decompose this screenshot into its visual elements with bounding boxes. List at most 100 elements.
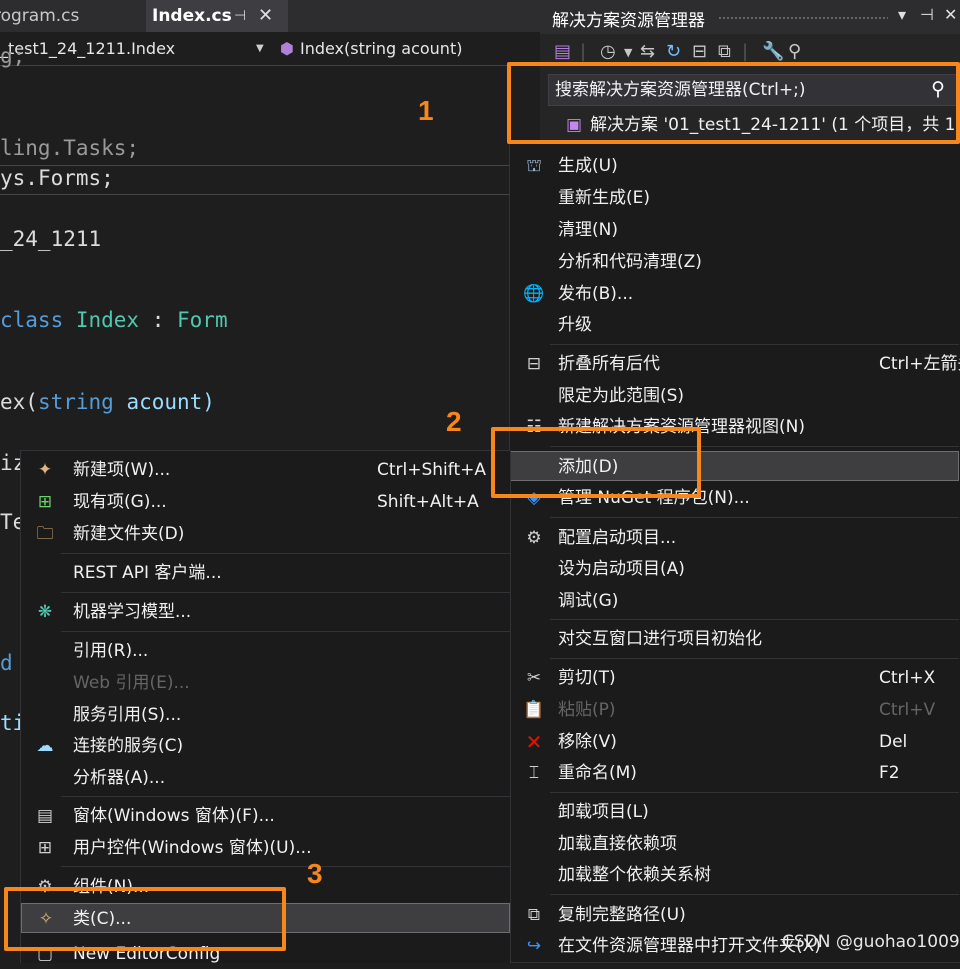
menu-item-web-reference[interactable]: Web 引用(E)... [21, 668, 510, 698]
wrench-icon[interactable]: 🔧 [762, 41, 784, 62]
menu-item-build[interactable]: ⛫ 生成(U) [510, 151, 959, 181]
open-folder-icon: ↪ [526, 936, 542, 956]
class-dropdown-value: _test1_24_1211.Index [0, 39, 176, 58]
dropdown-icon[interactable]: ▾ [898, 5, 906, 24]
code-line: ex(string acount) [0, 390, 215, 414]
connected-service-icon: ☁ [36, 736, 54, 756]
annotation-box-2 [491, 427, 701, 498]
panel-title: 解决方案资源管理器 [552, 11, 705, 31]
menu-separator [550, 517, 959, 518]
gear-icon: ⚙ [526, 528, 542, 548]
menu-separator [61, 631, 510, 632]
menu-item-user-control[interactable]: ⊞ 用户控件(Windows 窗体)(U)... [21, 833, 510, 863]
paste-icon: 📋 [523, 700, 545, 720]
class-dropdown[interactable]: _test1_24_1211.Index ▼ [0, 35, 272, 63]
menu-item-rebuild[interactable]: 重新生成(E) [510, 183, 959, 213]
member-dropdown[interactable]: ⬢ Index(string acount) [280, 35, 540, 63]
menu-separator [61, 592, 510, 593]
collapse-icon: ⊟ [526, 354, 542, 374]
menu-item-windows-form[interactable]: ▤ 窗体(Windows 窗体)(F)... [21, 801, 510, 831]
scissors-icon: ✂ [526, 668, 542, 688]
menu-separator [550, 619, 959, 620]
code-line: _24_1211 [0, 227, 102, 251]
toolbar-separator: | [580, 41, 587, 62]
menu-item-reference[interactable]: 引用(R)... [21, 636, 510, 666]
menu-separator [550, 792, 959, 793]
chevron-down-icon[interactable]: ▼ [624, 46, 632, 59]
document-tab-bar: rogram.cs Index.cs ⊣ ✕ [0, 0, 540, 32]
menu-item-existing-item[interactable]: ⊞ 现有项(G)... Shift+Alt+A [21, 487, 510, 517]
new-folder-icon: 🗀 [36, 524, 54, 544]
menu-item-analyzer[interactable]: 分析器(A)... [21, 763, 510, 793]
preview-icon[interactable]: ⚲ [788, 41, 801, 62]
refresh-icon[interactable]: ↻ [666, 41, 681, 62]
show-all-files-icon[interactable]: ⧉ [718, 41, 731, 62]
new-item-icon: ✦ [37, 460, 53, 480]
collapse-all-icon[interactable]: ⊟ [692, 41, 707, 62]
menu-item-upgrade[interactable]: 升级 [510, 310, 959, 340]
ml-model-icon: ❋ [37, 602, 53, 622]
menu-item-collapse-all[interactable]: ⊟折叠所有后代Ctrl+左箭头 [510, 349, 960, 379]
menu-item-new-folder[interactable]: 🗀 新建文件夹(D) [21, 519, 510, 549]
sync-icon[interactable]: ⇆ [640, 41, 655, 62]
member-dropdown-value: Index(string acount) [299, 39, 463, 58]
menu-item-load-dep-tree[interactable]: 加载整个依赖关系树 [510, 860, 959, 890]
menu-item-new-item[interactable]: ✦ 新建项(W)... Ctrl+Shift+A [21, 455, 510, 485]
chevron-down-icon[interactable]: ▼ [256, 35, 264, 63]
code-line: g; [0, 44, 26, 68]
code-line: d [0, 651, 13, 675]
menu-separator [61, 796, 510, 797]
menu-separator [61, 553, 510, 554]
annotation-box-1 [507, 62, 960, 144]
tab-index-cs[interactable]: Index.cs ⊣ ✕ [146, 0, 288, 32]
menu-item-remove[interactable]: ✕ 移除(V) Del [510, 727, 959, 757]
history-icon[interactable]: ◷ [600, 41, 616, 62]
remove-icon: ✕ [525, 730, 543, 754]
copy-icon: ⧉ [527, 905, 541, 925]
menu-item-clean[interactable]: 清理(N) [510, 215, 959, 245]
menu-item-connected-service[interactable]: ☁ 连接的服务(C) [21, 731, 510, 761]
globe-icon: 🌐 [523, 284, 545, 304]
menu-item-analyze[interactable]: 分析和代码清理(Z) [510, 247, 959, 277]
annotation-number-2: 2 [446, 406, 462, 437]
menu-item-copy-full-path[interactable]: ⧉ 复制完整路径(U) [510, 900, 959, 930]
watermark: CSDN @guohao1009 [782, 932, 960, 952]
menu-item-set-startup[interactable]: 设为启动项目(A) [510, 554, 959, 584]
navigation-bar: _test1_24_1211.Index ▼ ⬢ Index(string aco… [0, 33, 540, 66]
user-control-icon: ⊞ [37, 838, 53, 858]
menu-item-interactive-init[interactable]: 对交互窗口进行项目初始化 [510, 624, 959, 654]
menu-item-ml-model[interactable]: ❋ 机器学习模型... [21, 597, 510, 627]
tab-program-cs[interactable]: rogram.cs [0, 0, 145, 32]
menu-separator [550, 894, 959, 895]
close-icon[interactable]: ✕ [944, 5, 957, 24]
menu-item-rename[interactable]: ⌶ 重命名(M) F2 [510, 758, 959, 788]
menu-item-publish[interactable]: 🌐 发布(B)... [510, 279, 959, 309]
pin-icon[interactable]: ⊣ [234, 0, 246, 32]
code-line: ys.Forms; [0, 166, 114, 190]
existing-item-icon: ⊞ [37, 492, 53, 512]
menu-item-rest-api-client[interactable]: REST API 客户端... [21, 558, 510, 588]
project-context-menu: ⛫ 生成(U) 重新生成(E) 清理(N) 分析和代码清理(Z) 🌐 发布(B)..… [509, 140, 960, 963]
menu-item-configure-startup[interactable]: ⚙ 配置启动项目... [510, 523, 959, 553]
rename-icon: ⌶ [528, 763, 540, 783]
annotation-number-3: 3 [307, 858, 323, 889]
build-icon: ⛫ [526, 156, 542, 176]
menu-item-cut[interactable]: ✂ 剪切(T) Ctrl+X [510, 663, 959, 693]
menu-item-debug[interactable]: 调试(G) [510, 586, 959, 616]
switch-views-icon[interactable]: ▤ [554, 41, 571, 62]
form-icon: ▤ [36, 806, 54, 826]
close-icon[interactable]: ✕ [258, 0, 273, 32]
solution-explorer-title-bar: 解决方案资源管理器 ▾ ⊣ ✕ [540, 0, 960, 34]
title-grip[interactable] [718, 16, 888, 20]
menu-separator [550, 658, 959, 659]
pin-icon[interactable]: ⊣ [920, 5, 934, 24]
menu-item-scope-to-this[interactable]: 限定为此范围(S) [510, 381, 959, 411]
menu-item-service-reference[interactable]: 服务引用(S)... [21, 700, 510, 730]
menu-item-load-direct-deps[interactable]: 加载直接依赖项 [510, 829, 959, 859]
menu-item-paste[interactable]: 📋 粘贴(P) Ctrl+V [510, 695, 959, 725]
menu-item-unload-project[interactable]: 卸载项目(L) [510, 797, 959, 827]
menu-separator [61, 866, 510, 867]
annotation-number-1: 1 [418, 95, 434, 126]
method-cube-icon: ⬢ [280, 39, 294, 58]
code-line: class Index : Form [0, 308, 228, 332]
